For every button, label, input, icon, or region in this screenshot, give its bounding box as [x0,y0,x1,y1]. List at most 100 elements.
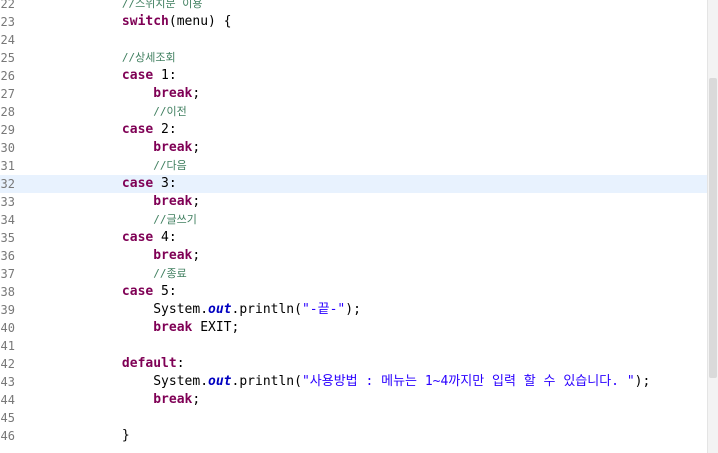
code-line[interactable]: 38 case 5: [0,283,708,301]
keyword-token: case [121,68,154,83]
code-line[interactable]: 46 } [0,427,708,445]
code-line[interactable]: 31 //다음 [0,157,708,175]
keyword-token: case [121,122,154,137]
line-number: 31 [0,159,15,173]
code-text: break; [28,391,200,409]
code-text: //다음 [28,157,187,175]
code-editor[interactable]: 22 //스위치문 이용 23 switch(menu) {24 25 //상세조회… [0,0,708,453]
code-line[interactable]: 22 //스위치문 이용 [0,0,708,13]
code-text: default: [28,355,185,373]
code-token: ); [634,374,651,389]
string-token: "-끝-" [301,302,346,317]
code-text: break EXIT; [28,319,239,337]
vertical-scrollbar[interactable] [707,0,718,453]
code-token: ); [345,302,361,317]
code-text: break; [28,247,200,265]
code-line[interactable]: 35 case 4: [0,229,708,247]
code-line[interactable]: 42 default: [0,355,708,373]
code-text: case 1: [28,67,177,85]
code-text: //이전 [28,103,187,121]
code-text: case 4: [28,229,177,247]
code-token: ; [192,140,201,155]
code-line[interactable]: 24 [0,31,708,49]
code-line[interactable]: 36 break; [0,247,708,265]
code-token: .println( [231,302,302,317]
code-text: case 2: [28,121,177,139]
code-text: case 3: [28,175,177,193]
keyword-token: switch [121,14,169,29]
line-number: 43 [0,375,15,389]
line-number: 46 [0,429,15,443]
code-line[interactable]: 37 //종료 [0,265,708,283]
code-line[interactable]: 30 break; [0,139,708,157]
keyword-token: default [121,356,177,371]
code-token: 1: [153,68,177,83]
keyword-token: break [153,320,193,335]
code-text: break; [28,85,200,103]
code-token: 5: [153,284,177,299]
code-token: System. [153,302,209,317]
line-number: 34 [0,213,15,227]
comment-token: //종료 [153,267,187,280]
line-number: 26 [0,69,15,83]
line-number: 32 [0,177,15,191]
line-number: 25 [0,51,15,65]
code-token: ; [192,86,201,101]
keyword-token: case [121,284,154,299]
code-line[interactable]: 28 //이전 [0,103,708,121]
keyword-token: break [153,194,193,209]
code-line[interactable]: 27 break; [0,85,708,103]
code-token: System. [153,374,209,389]
code-line[interactable]: 23 switch(menu) { [0,13,708,31]
code-line[interactable]: 41 [0,337,708,355]
code-token: 3: [153,176,177,191]
code-line[interactable]: 25 //상세조회 [0,49,708,67]
code-line[interactable]: 33 break; [0,193,708,211]
keyword-token: break [153,392,193,407]
field-token: out [208,302,232,317]
code-text: case 5: [28,283,177,301]
line-number: 42 [0,357,15,371]
code-line[interactable]: 32 case 3: [0,175,708,193]
keyword-token: case [121,230,154,245]
code-line[interactable]: 45 [0,409,708,427]
code-line[interactable]: 34 //글쓰기 [0,211,708,229]
line-number: 40 [0,321,15,335]
code-line[interactable]: 29 case 2: [0,121,708,139]
code-token: ; [192,194,201,209]
line-number: 36 [0,249,15,263]
comment-token: //글쓰기 [153,213,197,226]
keyword-token: break [153,140,193,155]
line-number: 37 [0,267,15,281]
code-line[interactable]: 43 System.out.println("사용방법 : 메뉴는 1~4까지만… [0,373,708,391]
line-number: 39 [0,303,15,317]
line-number: 28 [0,105,15,119]
code-line[interactable]: 40 break EXIT; [0,319,708,337]
code-line[interactable]: 26 case 1: [0,67,708,85]
code-line[interactable]: 44 break; [0,391,708,409]
code-text: System.out.println("-끝-"); [28,301,361,319]
scrollbar-thumb[interactable] [709,78,717,378]
line-number: 30 [0,141,15,155]
line-number: 35 [0,231,15,245]
code-token: 2: [153,122,177,137]
code-token: ; [192,248,201,263]
code-token: 4: [153,230,177,245]
code-line[interactable]: 39 System.out.println("-끝-"); [0,301,708,319]
comment-token: //다음 [153,159,187,172]
line-number: 22 [0,0,15,11]
